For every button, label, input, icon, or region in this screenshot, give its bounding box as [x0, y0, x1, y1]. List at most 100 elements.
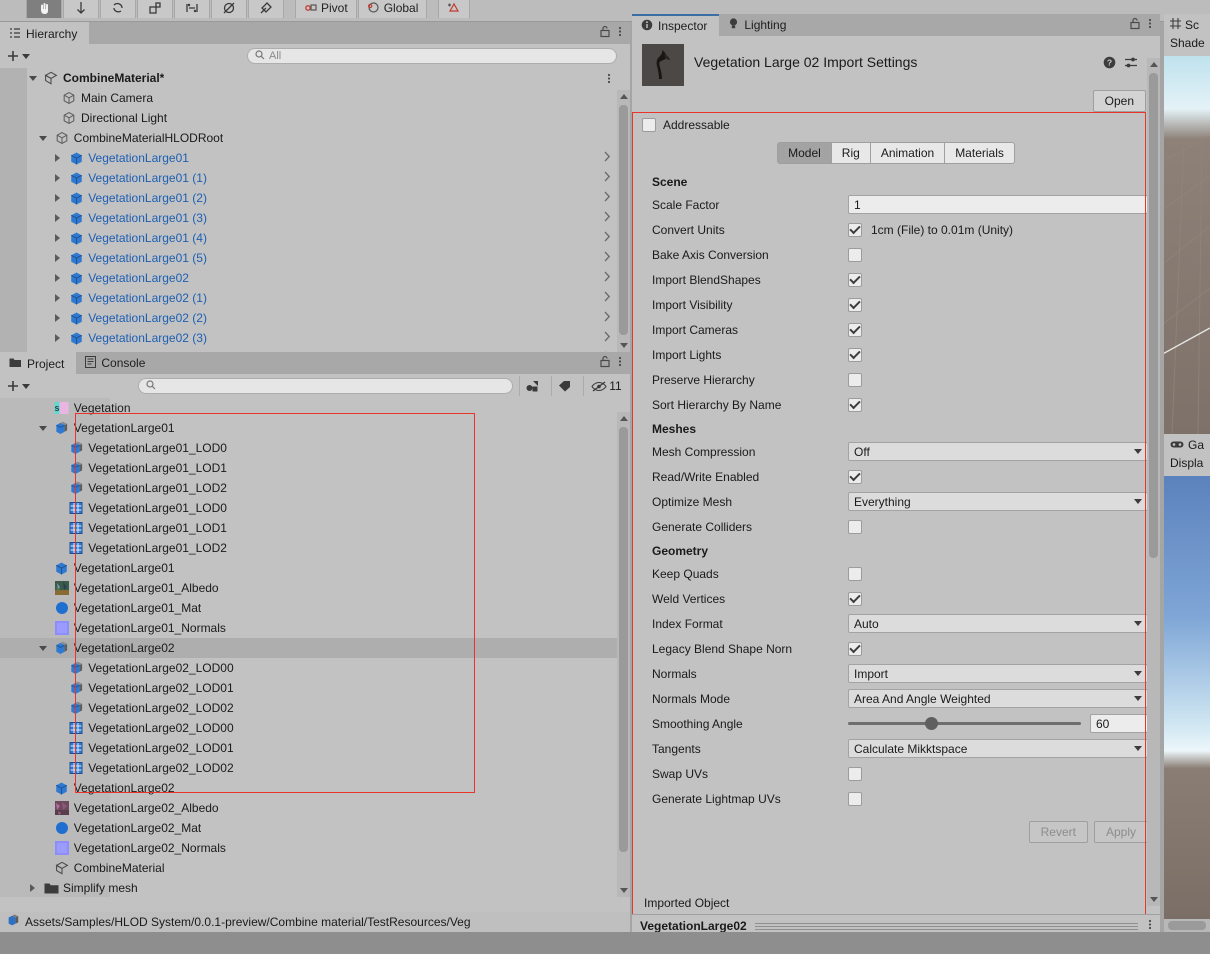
checkbox[interactable] [848, 372, 862, 387]
addressable-row[interactable]: Addressable [632, 112, 1160, 134]
scene-shading-label[interactable]: Shade [1164, 36, 1210, 56]
select-prefab-chevron-icon[interactable] [604, 291, 611, 305]
hierarchy-item-row[interactable]: VegetationLarge01 (4) [0, 228, 617, 248]
project-item-row[interactable]: VegetationLarge02_LOD00 [0, 658, 617, 678]
checkbox[interactable] [848, 397, 862, 412]
import-tab-materials[interactable]: Materials [945, 142, 1015, 164]
select-prefab-chevron-icon[interactable] [604, 311, 611, 325]
filter-by-type-button[interactable] [519, 376, 545, 396]
checkbox[interactable] [848, 591, 862, 606]
expand-arrow-icon[interactable] [51, 174, 64, 182]
dropdown[interactable]: Auto [848, 614, 1148, 633]
project-item-row[interactable]: VegetationLarge01_LOD1 [0, 458, 617, 478]
hierarchy-menu-icon[interactable] [618, 25, 622, 41]
hierarchy-item-row[interactable]: Directional Light [0, 108, 617, 128]
addressable-checkbox[interactable] [642, 118, 656, 132]
project-item-row[interactable]: VegetationLarge01_LOD0 [0, 498, 617, 518]
hierarchy-item-row[interactable]: VegetationLarge01 [0, 148, 617, 168]
select-prefab-chevron-icon[interactable] [604, 211, 611, 225]
select-prefab-chevron-icon[interactable] [604, 251, 611, 265]
project-lock-icon[interactable] [599, 355, 611, 371]
checkbox[interactable] [848, 766, 862, 781]
checkbox[interactable] [848, 247, 862, 262]
slider-knob[interactable] [924, 717, 938, 730]
project-create-button[interactable] [6, 379, 30, 393]
dropdown[interactable]: Area And Angle Weighted [848, 689, 1148, 708]
project-item-row[interactable]: VegetationLarge02_LOD01 [0, 678, 617, 698]
expand-arrow-icon[interactable] [51, 314, 64, 322]
checkbox[interactable] [848, 519, 862, 534]
hierarchy-tree[interactable]: CombineMaterial* Main Camera Directional L… [0, 68, 617, 352]
project-item-row[interactable]: s Vegetation [0, 398, 617, 418]
expand-arrow-icon[interactable] [51, 294, 64, 302]
project-item-row[interactable]: CombineMaterial [0, 858, 617, 878]
apply-button[interactable]: Apply [1093, 821, 1148, 843]
project-item-row[interactable]: VegetationLarge01_Normals [0, 618, 617, 638]
scroll-up-arrow[interactable] [617, 412, 630, 425]
select-prefab-chevron-icon[interactable] [604, 271, 611, 285]
checkbox[interactable] [848, 641, 862, 656]
hierarchy-item-row[interactable]: VegetationLarge02 (1) [0, 288, 617, 308]
project-item-row[interactable]: VegetationLarge01_LOD0 [0, 438, 617, 458]
select-prefab-chevron-icon[interactable] [604, 171, 611, 185]
project-item-row[interactable]: VegetationLarge02_LOD01 [0, 738, 617, 758]
project-item-row[interactable]: VegetationLarge02_Normals [0, 838, 617, 858]
scroll-down-arrow[interactable] [617, 884, 630, 897]
hierarchy-item-row[interactable]: CombineMaterialHLODRoot [0, 128, 617, 148]
tab-lighting[interactable]: Lighting [719, 14, 799, 36]
transform-tool-button[interactable] [211, 0, 247, 18]
lock-icon[interactable] [599, 25, 611, 41]
project-item-row[interactable]: VegetationLarge02 [0, 778, 617, 798]
game-view-hscrollbar[interactable] [1164, 919, 1210, 932]
rotate-tool-button[interactable] [100, 0, 136, 18]
text-input[interactable]: 1 [848, 195, 1148, 214]
project-tree[interactable]: s Vegetation VegetationLarge01 VegetationLa… [0, 398, 617, 897]
scroll-up-arrow[interactable] [1147, 58, 1160, 71]
expand-arrow-icon[interactable] [51, 214, 64, 222]
checkbox[interactable] [848, 297, 862, 312]
select-prefab-chevron-icon[interactable] [604, 191, 611, 205]
checkbox[interactable] [848, 347, 862, 362]
project-item-row[interactable]: VegetationLarge01_Mat [0, 598, 617, 618]
project-item-row[interactable]: VegetationLarge02_LOD02 [0, 758, 617, 778]
project-item-row[interactable]: VegetationLarge01_LOD2 [0, 478, 617, 498]
filter-by-label-button[interactable] [551, 376, 577, 396]
hierarchy-item-row[interactable]: CombineMaterial* [0, 68, 617, 88]
hidden-items-toggle[interactable]: 11 [583, 376, 629, 396]
project-item-row[interactable]: VegetationLarge02_LOD00 [0, 718, 617, 738]
hand-tool-button[interactable] [26, 0, 62, 18]
slider-value-input[interactable]: 60 [1090, 714, 1148, 733]
expand-arrow-icon[interactable] [26, 884, 39, 892]
project-item-row[interactable]: VegetationLarge01 [0, 558, 617, 578]
tab-game[interactable]: Ga [1164, 434, 1210, 456]
inspector-lock-icon[interactable] [1129, 17, 1141, 33]
project-menu-icon[interactable] [618, 355, 622, 371]
hierarchy-item-row[interactable]: VegetationLarge01 (2) [0, 188, 617, 208]
checkbox[interactable] [848, 322, 862, 337]
expand-arrow-icon[interactable] [51, 334, 64, 342]
slider[interactable] [848, 714, 1081, 733]
scroll-up-arrow[interactable] [617, 90, 630, 103]
game-viewport[interactable] [1164, 476, 1210, 919]
import-tab-animation[interactable]: Animation [870, 142, 946, 164]
tab-project[interactable]: Project [0, 352, 77, 374]
select-prefab-chevron-icon[interactable] [604, 331, 611, 345]
scale-tool-button[interactable] [137, 0, 173, 18]
preset-icon[interactable] [1124, 56, 1138, 72]
hierarchy-item-row[interactable]: VegetationLarge02 [0, 268, 617, 288]
row-menu-icon[interactable] [607, 72, 611, 85]
open-button[interactable]: Open [1092, 90, 1146, 112]
tab-scene[interactable]: Sc [1164, 14, 1210, 36]
expand-arrow-icon[interactable] [51, 274, 64, 282]
project-item-row[interactable]: VegetationLarge02 [0, 638, 617, 658]
project-scrollbar[interactable] [617, 412, 630, 897]
project-item-row[interactable]: VegetationLarge01_Albedo [0, 578, 617, 598]
project-item-row[interactable]: VegetationLarge02_Albedo [0, 798, 617, 818]
project-item-row[interactable]: Simplify mesh [0, 878, 617, 897]
select-prefab-chevron-icon[interactable] [604, 231, 611, 245]
tab-hierarchy[interactable]: Hierarchy [0, 22, 90, 44]
collapse-arrow-icon[interactable] [26, 75, 39, 81]
project-item-row[interactable]: VegetationLarge02_LOD02 [0, 698, 617, 718]
rect-tool-button[interactable] [174, 0, 210, 18]
help-icon[interactable]: ? [1103, 56, 1116, 72]
